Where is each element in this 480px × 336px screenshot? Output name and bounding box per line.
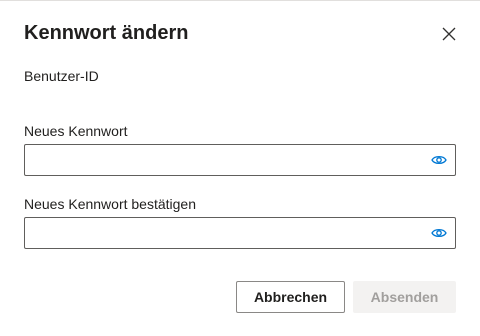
confirm-password-input[interactable]: [25, 218, 421, 248]
confirm-password-field: [24, 217, 456, 249]
user-id-label: Benutzer-ID: [24, 68, 99, 84]
confirm-password-label: Neues Kennwort bestätigen: [24, 196, 196, 212]
reveal-confirm-password-button[interactable]: [429, 224, 449, 242]
change-password-dialog: Kennwort ändern Benutzer-ID Neues Kennwo…: [0, 0, 480, 336]
new-password-field: [24, 144, 456, 176]
dialog-title: Kennwort ändern: [24, 22, 189, 44]
eye-icon: [431, 155, 447, 165]
submit-button[interactable]: Absenden: [353, 281, 456, 313]
eye-icon: [431, 228, 447, 238]
new-password-input[interactable]: [25, 145, 421, 175]
close-icon: [442, 27, 456, 41]
reveal-new-password-button[interactable]: [429, 151, 449, 169]
new-password-label: Neues Kennwort: [24, 123, 128, 139]
close-button[interactable]: [436, 21, 462, 47]
cancel-button[interactable]: Abbrechen: [236, 281, 345, 313]
